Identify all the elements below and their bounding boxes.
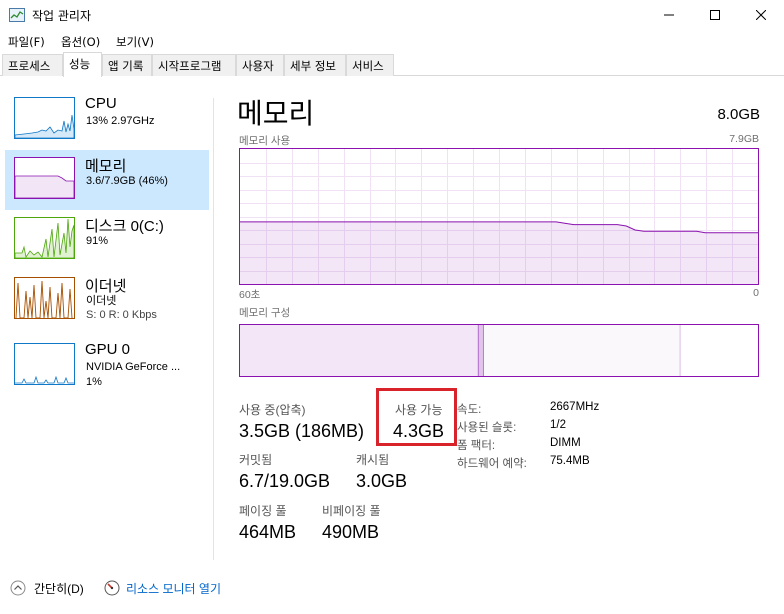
task-manager-icon bbox=[9, 8, 25, 22]
tab-services[interactable]: 서비스 bbox=[346, 54, 394, 76]
title-bar: 작업 관리자 bbox=[0, 0, 784, 30]
time-axis-right: 0 bbox=[753, 287, 759, 299]
available-value: 4.3GB bbox=[393, 421, 445, 441]
sidebar-item-gpu[interactable]: GPU 0 NVIDIA GeForce ... 1% bbox=[5, 336, 209, 396]
cached-value: 3.0GB bbox=[356, 471, 408, 491]
time-axis-left: 60초 bbox=[239, 289, 261, 301]
sidebar-cpu-sub: 13% 2.97GHz bbox=[86, 115, 155, 127]
sidebar-gpu-sub2: 1% bbox=[86, 376, 102, 388]
tab-strip: 프로세스 성능 앱 기록 시작프로그램 사용자 세부 정보 서비스 bbox=[0, 52, 784, 77]
disk-thumbnail-graph bbox=[14, 217, 75, 259]
resource-monitor-icon bbox=[104, 580, 120, 596]
tab-performance[interactable]: 성능 bbox=[63, 52, 102, 77]
sidebar-cpu-title: CPU bbox=[85, 95, 117, 112]
tab-app-history[interactable]: 앱 기록 bbox=[102, 54, 152, 76]
sidebar-gpu-sub: NVIDIA GeForce ... bbox=[86, 361, 181, 373]
paged-pool-value: 464MB bbox=[239, 522, 297, 542]
sidebar-memory-title: 메모리 bbox=[85, 158, 127, 175]
nonpaged-pool-value: 490MB bbox=[322, 522, 380, 542]
tab-startup[interactable]: 시작프로그램 bbox=[152, 54, 236, 76]
comp-modified-segment bbox=[478, 325, 484, 376]
menu-options[interactable]: 옵션(O) bbox=[61, 34, 100, 50]
form-factor-label: 폼 팩터: bbox=[457, 440, 496, 452]
menu-bar: 파일(F) 옵션(O) 보기(V) bbox=[0, 31, 784, 51]
form-factor-value: DIMM bbox=[550, 437, 581, 449]
comp-free-segment bbox=[680, 325, 758, 376]
open-resource-monitor-link[interactable]: 리소스 모니터 열기 bbox=[126, 580, 221, 597]
minimize-button[interactable] bbox=[646, 0, 692, 30]
in-use-value: 3.5GB (186MB) bbox=[239, 421, 365, 441]
hardware-reserved-label: 하드웨어 예약: bbox=[457, 458, 527, 470]
sidebar-item-ethernet[interactable]: 이더넷 이더넷 S: 0 R: 0 Kbps bbox=[5, 270, 209, 330]
close-button[interactable] bbox=[738, 0, 784, 30]
footer-bar: 간단히(D) 리소스 모니터 열기 bbox=[0, 576, 784, 600]
slots-value: 1/2 bbox=[550, 419, 566, 431]
sidebar-gpu-title: GPU 0 bbox=[85, 341, 131, 358]
menu-view[interactable]: 보기(V) bbox=[116, 34, 154, 50]
available-label: 사용 가능 bbox=[395, 403, 443, 417]
paged-pool-label: 페이징 풀 bbox=[239, 504, 287, 518]
minimize-icon bbox=[664, 14, 674, 16]
gpu-thumbnail-graph bbox=[14, 343, 75, 385]
sidebar-memory-sub: 3.6/7.9GB (46%) bbox=[86, 175, 168, 187]
committed-value: 6.7/19.0GB bbox=[239, 471, 331, 491]
sidebar-item-memory[interactable]: 메모리 3.6/7.9GB (46%) bbox=[5, 150, 209, 210]
speed-label: 속도: bbox=[457, 404, 482, 416]
memory-usage-label: 메모리 사용 bbox=[239, 135, 291, 147]
tab-processes[interactable]: 프로세스 bbox=[2, 54, 63, 76]
sidebar-disk-title: 디스크 0(C:) bbox=[85, 218, 164, 235]
cpu-thumbnail-graph bbox=[14, 97, 75, 139]
nonpaged-pool-label: 비페이징 풀 bbox=[322, 504, 381, 518]
comp-in-use-segment bbox=[240, 325, 479, 376]
sidebar-ethernet-sub: 이더넷 bbox=[86, 295, 117, 307]
sidebar-disk-sub: 91% bbox=[86, 235, 109, 247]
in-use-label: 사용 중(압축) bbox=[239, 403, 306, 417]
sidebar-divider bbox=[213, 98, 214, 560]
speed-value: 2667MHz bbox=[550, 401, 600, 413]
menu-file[interactable]: 파일(F) bbox=[8, 34, 45, 50]
fewer-details-button[interactable]: 간단히(D) bbox=[34, 580, 84, 597]
sidebar-item-disk[interactable]: 디스크 0(C:) 91% bbox=[5, 210, 209, 270]
hardware-reserved-value: 75.4MB bbox=[550, 455, 590, 467]
page-title: 메모리 bbox=[237, 98, 315, 129]
memory-usage-graph bbox=[239, 148, 759, 285]
chevron-up-icon[interactable] bbox=[10, 580, 26, 596]
committed-label: 커밋됨 bbox=[239, 453, 273, 467]
memory-usage-chart bbox=[240, 149, 758, 284]
ethernet-thumbnail-graph bbox=[14, 277, 75, 319]
slots-label: 사용된 슬롯: bbox=[457, 422, 517, 434]
tab-users[interactable]: 사용자 bbox=[236, 54, 284, 76]
maximize-button[interactable] bbox=[692, 0, 738, 30]
memory-composition-bar bbox=[239, 324, 759, 377]
sidebar-ethernet-sub2: S: 0 R: 0 Kbps bbox=[86, 309, 157, 321]
comp-standby-segment bbox=[483, 325, 680, 376]
memory-usage-max: 7.9GB bbox=[729, 133, 759, 145]
close-icon bbox=[756, 10, 766, 20]
sidebar-item-cpu[interactable]: CPU 13% 2.97GHz bbox=[5, 90, 209, 150]
memory-total: 8.0GB bbox=[717, 106, 760, 123]
memory-composition-label: 메모리 구성 bbox=[239, 307, 291, 319]
cached-label: 캐시됨 bbox=[356, 453, 390, 467]
window-title: 작업 관리자 bbox=[32, 9, 92, 23]
tab-details[interactable]: 세부 정보 bbox=[284, 54, 346, 76]
memory-composition-chart bbox=[240, 325, 758, 376]
maximize-icon bbox=[710, 10, 720, 20]
memory-thumbnail-graph bbox=[14, 157, 75, 199]
